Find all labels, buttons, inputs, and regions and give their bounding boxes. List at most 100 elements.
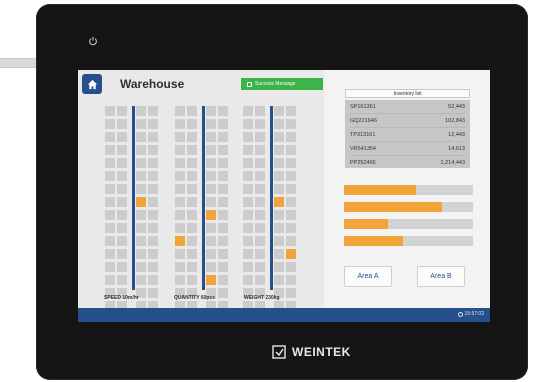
storage-slot xyxy=(274,197,284,207)
storage-slot xyxy=(148,262,158,272)
storage-slot xyxy=(187,145,197,155)
storage-slot xyxy=(148,223,158,233)
storage-slot xyxy=(117,210,127,220)
storage-slot xyxy=(255,171,265,181)
home-button[interactable] xyxy=(82,74,102,94)
storage-slot xyxy=(243,184,253,194)
storage-slot xyxy=(274,275,284,285)
item-id: SP161361 xyxy=(350,103,376,110)
storage-slot xyxy=(117,132,127,142)
storage-grid xyxy=(136,106,158,322)
progress-fill xyxy=(344,202,443,212)
storage-slot xyxy=(218,158,228,168)
storage-slot xyxy=(274,210,284,220)
storage-slot xyxy=(148,275,158,285)
storage-slot xyxy=(136,275,146,285)
storage-slot xyxy=(218,106,228,116)
storage-slot xyxy=(206,119,216,129)
storage-slot xyxy=(286,158,296,168)
storage-slot xyxy=(187,262,197,272)
storage-slot xyxy=(243,210,253,220)
item-value: 1,214,443 xyxy=(440,159,465,166)
storage-slot xyxy=(206,171,216,181)
storage-slot xyxy=(175,145,185,155)
storage-slot xyxy=(187,184,197,194)
storage-slot xyxy=(187,275,197,285)
storage-slot xyxy=(274,249,284,259)
storage-slot xyxy=(187,236,197,246)
power-cable xyxy=(0,58,40,68)
storage-slot xyxy=(187,249,197,259)
storage-slot xyxy=(187,171,197,181)
progress-bar-2 xyxy=(344,202,473,212)
storage-slot xyxy=(218,197,228,207)
clock: 15:57:02 xyxy=(457,311,484,317)
storage-slot xyxy=(105,210,115,220)
storage-slot xyxy=(255,158,265,168)
storage-slot xyxy=(218,236,228,246)
storage-slot xyxy=(286,236,296,246)
storage-slot xyxy=(117,184,127,194)
storage-slot xyxy=(286,132,296,142)
storage-slot xyxy=(105,106,115,116)
inventory-list[interactable]: SP161361 52,443 GQ221646 102,843 TP313161 1… xyxy=(345,100,470,168)
progress-bar-1 xyxy=(344,185,473,195)
list-item[interactable]: GQ221646 102,843 xyxy=(350,114,465,128)
list-item[interactable]: TP313161 12,443 xyxy=(350,128,465,142)
progress-bar-4 xyxy=(344,236,473,246)
storage-slot xyxy=(175,132,185,142)
storage-slot xyxy=(105,145,115,155)
storage-slot xyxy=(136,262,146,272)
storage-slot xyxy=(274,223,284,233)
item-id: PP252465 xyxy=(350,159,376,166)
item-id: TP313161 xyxy=(350,131,376,138)
list-item[interactable]: VR541354 14,613 xyxy=(350,142,465,156)
storage-slot xyxy=(117,236,127,246)
toast-text: Success Message xyxy=(255,81,296,87)
quantity-label: QUANTITY 60pcs xyxy=(174,295,216,301)
item-value: 52,443 xyxy=(448,103,465,110)
storage-slot xyxy=(175,106,185,116)
item-value: 12,443 xyxy=(448,131,465,138)
storage-slot xyxy=(274,158,284,168)
power-icon xyxy=(88,36,98,46)
storage-slot xyxy=(218,119,228,129)
list-item[interactable]: PP252465 1,214,443 xyxy=(350,156,465,169)
progress-bar-3 xyxy=(344,219,473,229)
area-a-button[interactable]: Area A xyxy=(344,266,392,287)
storage-slot xyxy=(274,145,284,155)
storage-slot xyxy=(274,184,284,194)
storage-slot xyxy=(218,171,228,181)
storage-slot xyxy=(255,184,265,194)
storage-slot xyxy=(255,236,265,246)
storage-slot xyxy=(117,249,127,259)
page-title: Warehouse xyxy=(120,77,185,91)
storage-slot xyxy=(206,132,216,142)
status-bar: 15:57:02 xyxy=(78,308,490,322)
storage-slot xyxy=(117,262,127,272)
storage-slot xyxy=(117,145,127,155)
storage-slot xyxy=(286,106,296,116)
storage-slot xyxy=(286,171,296,181)
clock-icon xyxy=(457,311,463,317)
storage-slot xyxy=(243,223,253,233)
storage-slot xyxy=(187,197,197,207)
storage-slot xyxy=(148,119,158,129)
storage-slot xyxy=(117,275,127,285)
list-item[interactable]: SP161361 52,443 xyxy=(350,100,465,114)
storage-slot xyxy=(255,223,265,233)
storage-slot xyxy=(136,184,146,194)
storage-slot xyxy=(286,288,296,298)
storage-slot xyxy=(274,106,284,116)
storage-slot xyxy=(148,171,158,181)
storage-slot xyxy=(243,236,253,246)
storage-grid xyxy=(206,106,228,322)
storage-slot xyxy=(255,262,265,272)
brand-text: WEINTEK xyxy=(292,345,351,359)
item-value: 102,843 xyxy=(445,117,465,124)
progress-fill xyxy=(344,219,388,229)
side-panel: Inventory list SP161361 52,443 GQ221646 10… xyxy=(324,70,490,322)
area-b-button[interactable]: Area B xyxy=(417,266,465,287)
storage-slot xyxy=(175,197,185,207)
storage-slot xyxy=(255,197,265,207)
